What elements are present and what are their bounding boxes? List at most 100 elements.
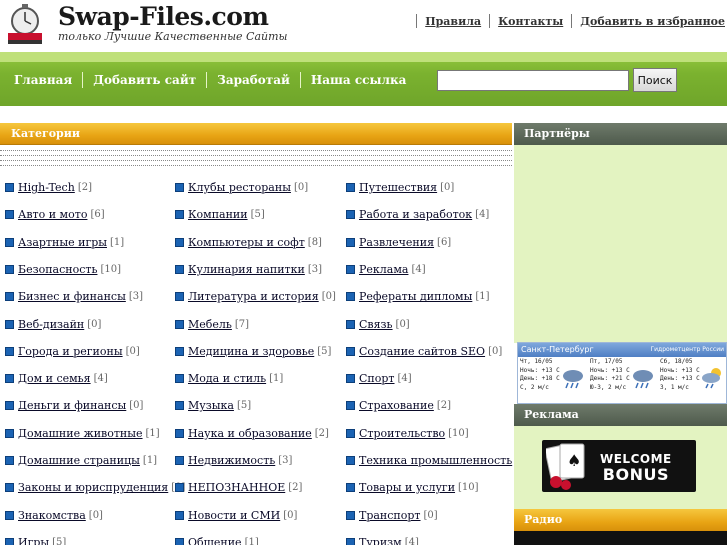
category-link[interactable]: Компании	[188, 208, 248, 221]
rules-link[interactable]: Правила	[425, 15, 481, 28]
bullet-icon	[175, 537, 184, 545]
category-link[interactable]: Знакомства	[18, 509, 86, 522]
category-link[interactable]: Страхование	[359, 399, 434, 412]
bullet-icon	[5, 346, 14, 356]
category-link[interactable]: Домашние страницы	[18, 454, 140, 467]
category-link[interactable]: Туризм	[359, 536, 402, 545]
search-button[interactable]: Поиск	[633, 68, 677, 92]
category-link[interactable]: Веб-дизайн	[18, 318, 84, 331]
category-item: Страхование [2]	[346, 398, 451, 413]
bullet-icon	[5, 292, 14, 302]
category-link[interactable]: Игры	[18, 536, 49, 545]
category-link[interactable]: Транспорт	[359, 509, 421, 522]
nav-highlight	[0, 52, 727, 62]
weather-widget[interactable]: Санкт-Петербург Гидрометцентр России Чт,…	[517, 342, 727, 404]
category-link[interactable]: High-Tech	[18, 181, 75, 194]
category-link[interactable]: Строительство	[359, 427, 445, 440]
category-link[interactable]: Недвижимость	[188, 454, 275, 467]
category-count: [0]	[87, 318, 102, 330]
category-link[interactable]: Законы и юриспруденция	[18, 481, 168, 494]
nav-home[interactable]: Главная	[14, 73, 72, 87]
bullet-icon	[346, 210, 355, 220]
weather-city: Санкт-Петербург	[521, 345, 594, 354]
category-count: [1]	[110, 236, 125, 248]
category-item: НЕПОЗНАННОЕ [2]	[175, 480, 302, 495]
category-link[interactable]: Безопасность	[18, 263, 97, 276]
top-links: Правила Контакты Добавить в избранное	[408, 14, 725, 28]
category-link[interactable]: Музыка	[188, 399, 234, 412]
stopwatch-logo-icon[interactable]	[6, 3, 44, 47]
category-link[interactable]: Товары и услуги	[359, 481, 455, 494]
bullet-icon	[175, 483, 184, 493]
nav-our-link[interactable]: Наша ссылка	[311, 73, 407, 87]
bullet-icon	[5, 483, 14, 493]
category-link[interactable]: Общение	[188, 536, 242, 545]
category-count: [5]	[52, 536, 67, 545]
dotted-divider	[0, 160, 512, 161]
bullet-icon	[346, 319, 355, 329]
category-link[interactable]: Реклама	[359, 263, 408, 276]
category-link[interactable]: Путешествия	[359, 181, 437, 194]
contacts-link[interactable]: Контакты	[498, 15, 563, 28]
welcome-bonus-banner[interactable]: ♠ WELCOME BONUS	[542, 440, 696, 492]
divider	[416, 14, 418, 28]
category-item: Туризм [4]	[346, 535, 419, 545]
category-link[interactable]: Новости и СМИ	[188, 509, 280, 522]
category-item: High-Tech [2]	[5, 180, 92, 195]
category-count: [1]	[475, 291, 490, 303]
category-count: [6]	[437, 236, 452, 248]
category-link[interactable]: Техника промышленность	[359, 454, 512, 467]
category-link[interactable]: Клубы рестораны	[188, 181, 291, 194]
category-count: [4]	[475, 209, 490, 221]
weather-source: Гидрометцентр России	[650, 346, 725, 353]
bullet-icon	[175, 346, 184, 356]
category-link[interactable]: Домашние животные	[18, 427, 143, 440]
category-link[interactable]: Спорт	[359, 372, 395, 385]
category-link[interactable]: Развлечения	[359, 236, 434, 249]
category-link[interactable]: Азартные игры	[18, 236, 107, 249]
category-link[interactable]: Города и регионы	[18, 345, 123, 358]
category-count: [4]	[93, 373, 108, 385]
weather-header: Санкт-Петербург Гидрометцентр России	[518, 343, 726, 357]
category-count: [0]	[125, 345, 140, 357]
category-link[interactable]: Деньги и финансы	[18, 399, 126, 412]
category-link[interactable]: Кулинария напитки	[188, 263, 305, 276]
nav-earn[interactable]: Заработай	[217, 73, 290, 87]
category-link[interactable]: Мода и стиль	[188, 372, 266, 385]
category-link[interactable]: Компьютеры и софт	[188, 236, 305, 249]
category-link[interactable]: Наука и образование	[188, 427, 312, 440]
search-input[interactable]	[437, 70, 629, 91]
category-item: Спорт [4]	[346, 371, 412, 386]
category-link[interactable]: Авто и мото	[18, 208, 87, 221]
category-count: [0]	[488, 345, 503, 357]
category-item: Недвижимость [3]	[175, 453, 292, 468]
radio-player[interactable]	[514, 531, 727, 545]
category-item: Клубы рестораны [0]	[175, 180, 308, 195]
category-count: [1]	[244, 536, 259, 545]
category-link[interactable]: Создание сайтов SEO	[359, 345, 485, 358]
category-item: Дом и семья [4]	[5, 371, 108, 386]
category-count: [0]	[129, 400, 144, 412]
bullet-icon	[346, 456, 355, 465]
category-item: Работа и заработок [4]	[346, 207, 489, 222]
weather-day: Сб, 18/05 Ночь: +13 С День: +13 С З, 1 м…	[658, 358, 726, 403]
category-link[interactable]: НЕПОЗНАННОЕ	[188, 481, 285, 494]
category-count: [3]	[307, 263, 323, 275]
category-link[interactable]: Рефераты дипломы	[359, 290, 472, 303]
category-count: [0]	[88, 509, 103, 521]
category-item: Товары и услуги [10]	[346, 480, 479, 495]
divider	[82, 72, 84, 88]
category-link[interactable]: Дом и семья	[18, 372, 91, 385]
bullet-icon	[346, 428, 355, 438]
category-item: Азартные игры [1]	[5, 235, 124, 250]
category-link[interactable]: Бизнес и финансы	[18, 290, 126, 303]
category-link[interactable]: Литература и история	[188, 290, 319, 303]
site-title[interactable]: Swap-Files.com	[58, 2, 269, 31]
category-link[interactable]: Мебель	[188, 318, 232, 331]
category-link[interactable]: Медицина и здоровье	[188, 345, 314, 358]
category-link[interactable]: Связь	[359, 318, 393, 331]
add-to-favorites-link[interactable]: Добавить в избранное	[580, 15, 725, 28]
bullet-icon	[175, 210, 184, 220]
category-link[interactable]: Работа и заработок	[359, 208, 472, 221]
nav-add-site[interactable]: Добавить сайт	[93, 73, 196, 87]
